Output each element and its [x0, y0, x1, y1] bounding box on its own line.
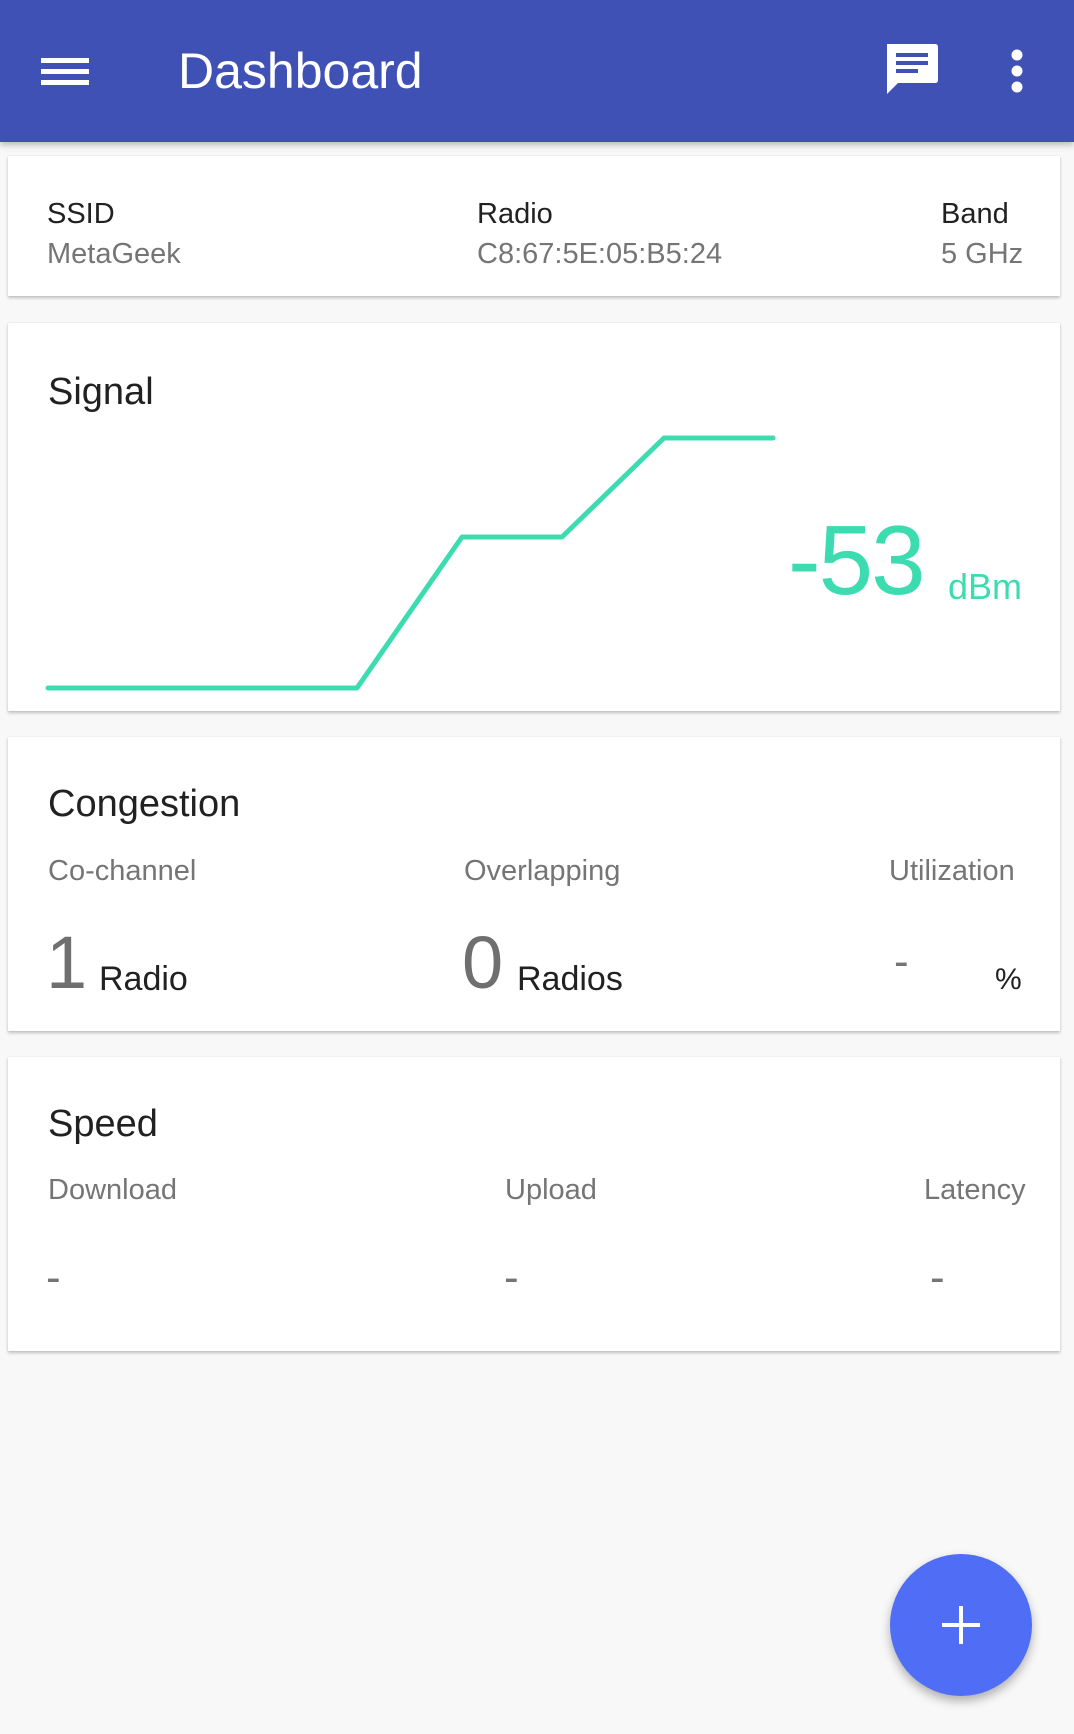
more-vert-icon	[1011, 49, 1023, 93]
band-value: 5 GHz	[941, 238, 1024, 270]
radio-label: Radio	[477, 198, 553, 230]
speed-card: Speed Download - Upload - Latency -	[8, 1057, 1060, 1351]
plus-icon	[942, 1606, 980, 1644]
chat-icon	[887, 44, 938, 94]
network-info-card: SSID MetaGeek Radio C8:67:5E:05:B5:24 Ba…	[8, 156, 1060, 296]
signal-strength-value: -53	[788, 505, 926, 615]
utilization-value: -	[894, 937, 909, 986]
ssid-label: SSID	[47, 198, 115, 230]
congestion-card: Congestion Co-channel 1 Radio Overlappin…	[8, 737, 1060, 1031]
overlapping-count: 0	[462, 921, 504, 1004]
add-fab-button[interactable]	[890, 1554, 1032, 1696]
download-value: -	[46, 1253, 61, 1302]
upload-value: -	[504, 1253, 519, 1302]
utilization-unit: %	[995, 963, 1022, 996]
download-label: Download	[48, 1174, 177, 1206]
signal-trend-line	[45, 435, 776, 691]
app-bar: Dashboard	[0, 0, 1074, 142]
hamburger-menu-icon	[41, 58, 89, 85]
congestion-title: Congestion	[48, 783, 241, 825]
utilization-label: Utilization	[889, 855, 1015, 887]
upload-label: Upload	[505, 1174, 597, 1206]
cochannel-count: 1	[46, 921, 88, 1004]
feedback-button[interactable]	[870, 36, 952, 106]
speed-title: Speed	[48, 1103, 158, 1145]
signal-card: Signal -53 dBm	[8, 323, 1060, 711]
cochannel-unit: Radio	[99, 960, 188, 998]
ssid-value: MetaGeek	[47, 238, 181, 270]
more-options-button[interactable]	[990, 36, 1044, 106]
page-title: Dashboard	[178, 43, 423, 99]
latency-value: -	[930, 1253, 945, 1302]
radio-mac-value: C8:67:5E:05:B5:24	[477, 238, 723, 270]
overlapping-label: Overlapping	[464, 855, 621, 887]
latency-label: Latency	[924, 1174, 1026, 1206]
signal-unit: dBm	[948, 566, 1023, 607]
band-label: Band	[941, 198, 1009, 230]
cochannel-label: Co-channel	[48, 855, 197, 887]
overlapping-unit: Radios	[517, 960, 623, 998]
menu-button[interactable]	[28, 40, 102, 102]
